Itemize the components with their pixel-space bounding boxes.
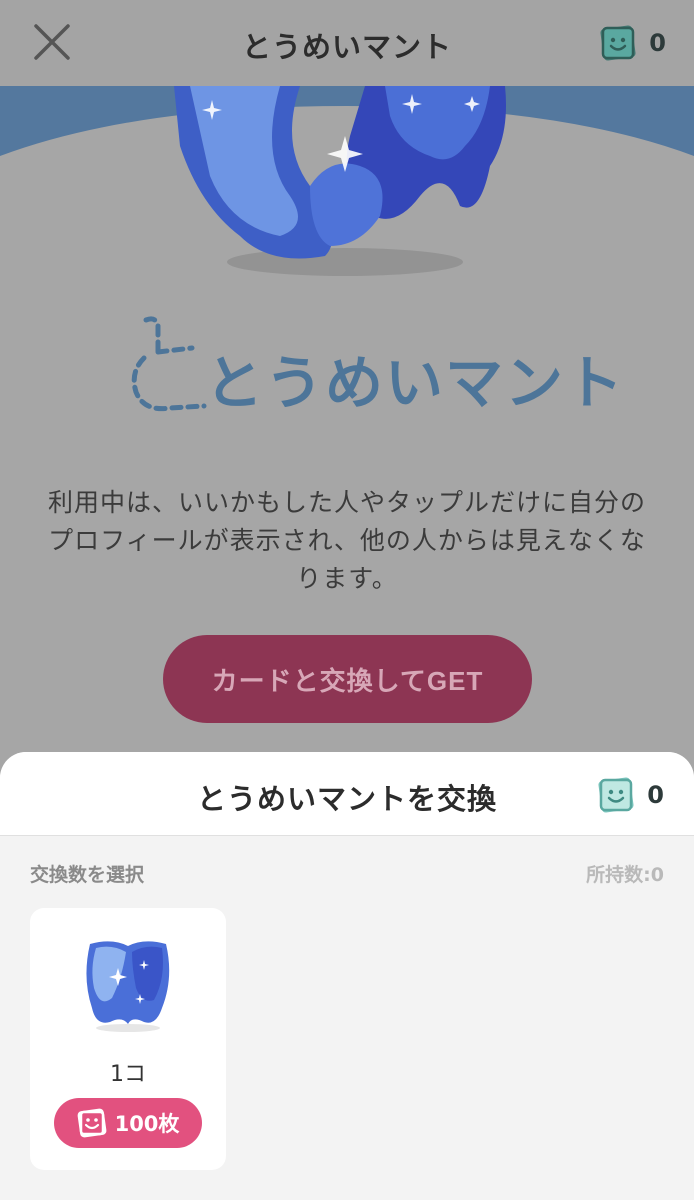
card-count: 0	[649, 29, 666, 57]
option-quantity: 1コ	[110, 1062, 146, 1087]
option-price-button[interactable]: 100枚	[54, 1098, 202, 1148]
option-price: 100枚	[114, 1112, 180, 1136]
exchange-get-button[interactable]: カードと交換してGET	[163, 635, 532, 723]
cloak-illustration	[174, 86, 506, 276]
owned-count-label: 所持数:0	[586, 864, 664, 886]
sheet-title: とうめいマントを交換	[196, 782, 497, 816]
description-text: 利用中は、いいかもした人やタップルだけに自分のプロフィールが表示され、他の人から…	[47, 488, 646, 593]
top-bar: とうめいマント 0	[0, 0, 694, 86]
card-icon	[598, 777, 634, 813]
exchange-option-card[interactable]: 1コ 100枚	[30, 908, 226, 1170]
card-balance: 0	[599, 24, 666, 62]
card-icon	[600, 25, 636, 61]
select-quantity-label: 交換数を選択	[30, 864, 145, 886]
card-icon	[77, 1108, 106, 1138]
sheet-card-balance: 0	[597, 776, 664, 814]
logo-text: とうめいマント	[205, 349, 626, 417]
cloak-item-icon	[86, 941, 170, 1032]
sheet-header: とうめいマントを交換 0	[0, 752, 694, 836]
page-title: とうめいマント	[241, 30, 452, 64]
sheet-card-count: 0	[647, 781, 664, 809]
exchange-bottom-sheet: とうめいマントを交換 0 交換数を選択 所持数:0 1コ 100枚	[0, 752, 694, 1200]
